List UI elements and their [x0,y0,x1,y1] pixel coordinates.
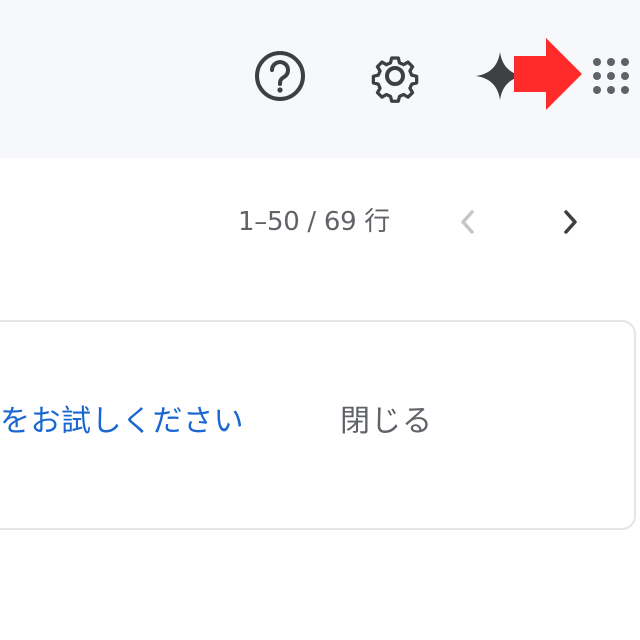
settings-icon [371,56,419,103]
help-button[interactable] [250,48,310,104]
pagination-count: 1–50 / 69 行 [238,207,390,237]
settings-button[interactable] [365,46,425,106]
apps-grid-icon [593,58,629,94]
top-bar [0,0,640,158]
chevron-left-icon [461,210,474,234]
older-page-button[interactable] [448,200,488,244]
promo-close-button[interactable]: 閉じる [340,398,433,446]
red-arrow-annotation-icon [514,38,582,110]
help-icon [255,51,305,101]
chevron-right-icon [564,210,577,234]
pagination-bar: 1–50 / 69 行 [0,200,640,244]
apps-button[interactable] [582,46,640,106]
promo-try-link[interactable]: をお試しください [0,398,244,446]
newer-page-button[interactable] [550,200,590,244]
